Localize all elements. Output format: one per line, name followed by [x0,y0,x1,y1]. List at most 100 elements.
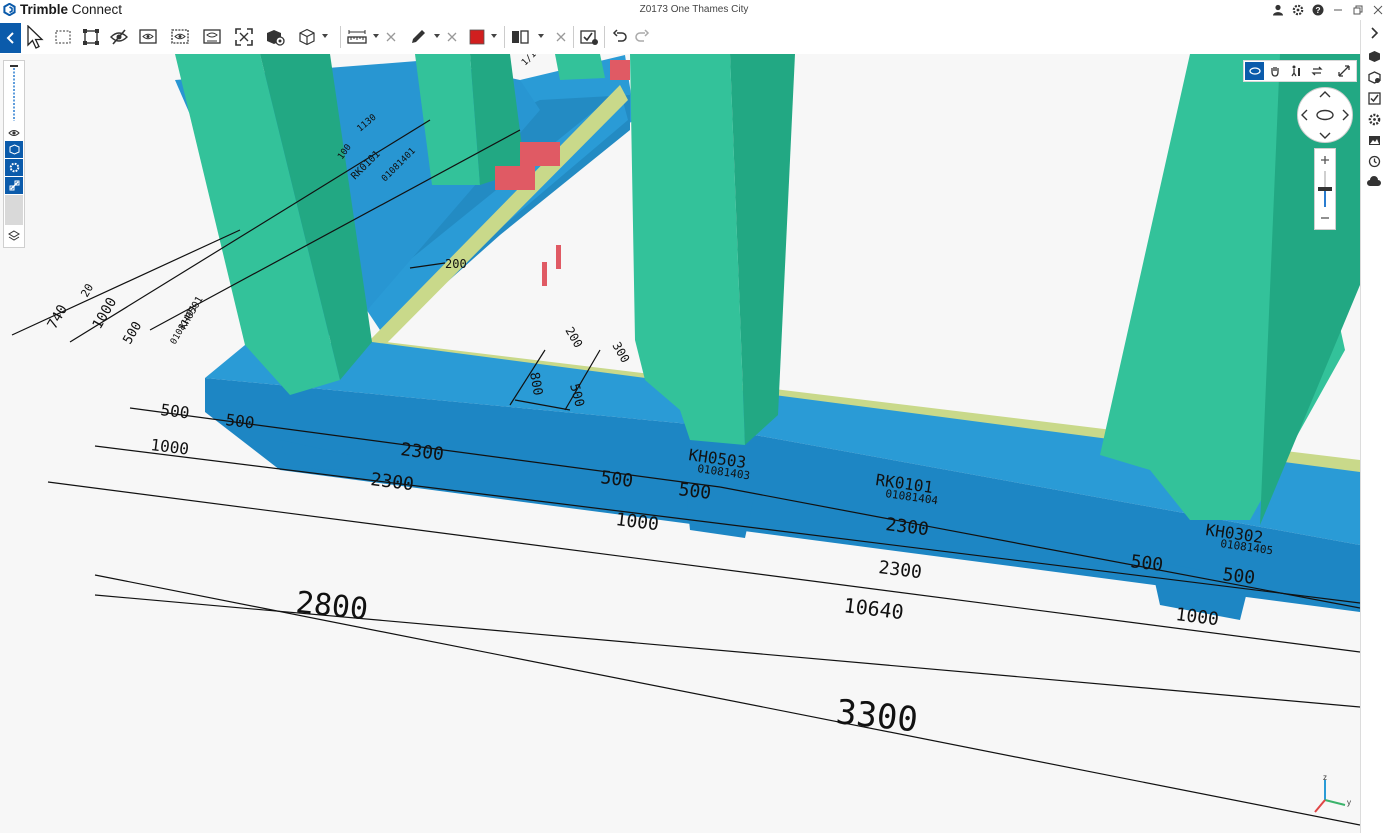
clear-measure-icon[interactable] [382,26,400,48]
dimension-label: 500 [225,410,256,432]
arrow-right-icon[interactable] [1342,109,1349,121]
camera-slider[interactable] [5,63,23,123]
dimension-label: 500 [599,467,634,492]
dimension-label: 740 [45,302,72,332]
dimension-label: 500 [1221,564,1256,589]
dimension-label: 200 [562,325,585,351]
hide-icon[interactable] [108,26,130,48]
svg-text:z: z [1323,773,1327,782]
dimension-label: 2300 [877,557,923,583]
visibility-icon[interactable] [5,124,23,141]
todo-panel-icon[interactable] [1366,90,1382,106]
window-controls: ? [1268,0,1388,20]
dimension-label: 300 [609,340,632,366]
toolbar-separator [340,26,341,48]
dimension-label: 1000 [150,435,191,459]
disabled-tool [5,195,23,225]
clear-section-icon[interactable] [552,26,570,48]
orbit-icon[interactable] [1245,62,1264,80]
axis-gizmo-icon: z y [1314,773,1351,813]
minimize-icon[interactable] [1328,0,1348,20]
dimension-label: 2300 [369,469,415,495]
arrow-down-icon[interactable] [1319,132,1331,139]
gear-icon[interactable] [1288,0,1308,20]
chevron-right-icon[interactable] [1366,25,1382,41]
box-select-icon[interactable] [52,26,74,48]
area-select-icon[interactable] [80,26,102,48]
objects-panel-icon[interactable] [1366,69,1382,85]
dimension-label: 3300 [834,692,920,740]
zoom-control [1314,148,1336,230]
pan-icon[interactable] [1265,62,1284,80]
redo-icon[interactable] [631,26,653,48]
dimension-label: 500 [160,400,191,422]
models-panel-icon[interactable] [1366,48,1382,64]
dimension-label: 1/1000 [520,54,550,68]
views-panel-icon[interactable] [1366,132,1382,148]
svg-text:?: ? [1315,5,1320,15]
isolate-icon[interactable] [137,26,159,48]
user-icon[interactable] [1268,0,1288,20]
dimension-label: 01081401 [169,304,199,347]
navigation-tools [1243,60,1357,82]
measure-dropdown-icon[interactable] [373,34,379,38]
view-cube-icon[interactable] [296,26,318,48]
fit-view-icon[interactable] [233,26,255,48]
zoom-slider-handle[interactable] [1318,187,1332,191]
zoom-in-icon[interactable] [1321,156,1329,164]
walk-icon[interactable] [1286,62,1305,80]
orbit-control[interactable] [1297,87,1353,143]
measure-icon[interactable] [346,26,368,48]
toolbar-separator [504,26,505,48]
dimension-label: 500 [677,479,712,504]
dimension-label: 200 [445,257,467,271]
settings-panel-icon[interactable] [1366,111,1382,127]
model-viewport[interactable]: 500 500 1000 2300 2300 500 500 1000 2300… [0,54,1360,833]
section-dropdown-icon[interactable] [538,34,544,38]
left-tool-panel [3,60,25,248]
color-dropdown-icon[interactable] [491,34,497,38]
settings-icon[interactable] [5,159,23,176]
markup-icon[interactable] [578,26,600,48]
undo-icon[interactable] [609,26,631,48]
orbit-center-icon[interactable] [1316,109,1334,121]
close-icon[interactable] [1368,0,1388,20]
dimension-label: 1000 [614,509,660,535]
reset-view-icon[interactable] [201,26,223,48]
model-canvas[interactable]: 500 500 1000 2300 2300 500 500 1000 2300… [0,54,1360,833]
layers-icon[interactable] [5,227,23,244]
toolbar [0,20,1360,55]
swap-icon[interactable] [1307,62,1326,80]
pen-icon[interactable] [407,26,429,48]
dimension-label: 2800 [294,585,370,627]
section-icon[interactable] [509,26,531,48]
project-title: Z0173 One Thames City [639,4,749,15]
show-all-icon[interactable] [169,26,191,48]
restore-icon[interactable] [1348,0,1368,20]
dimension-label: 500 [120,319,145,347]
collapse-panel-button[interactable] [0,23,21,53]
help-icon[interactable]: ? [1308,0,1328,20]
right-panel-bar [1360,20,1388,833]
dimension-label: 10640 [842,593,905,624]
svg-text:y: y [1347,798,1351,807]
models-icon[interactable] [5,141,23,158]
chevron-left-icon [6,32,14,44]
link-icon[interactable] [5,177,23,194]
dimension-label: 500 [1129,551,1164,576]
arrow-up-icon[interactable] [1319,91,1331,98]
dimension-label: 1000 [1174,604,1220,630]
color-icon[interactable] [466,26,488,48]
history-panel-icon[interactable] [1366,153,1382,169]
clear-markup-icon[interactable] [443,26,461,48]
cloud-panel-icon[interactable] [1366,174,1382,190]
fullscreen-icon[interactable] [1334,62,1353,80]
cursor-icon[interactable] [25,25,47,49]
toolbar-separator [604,26,605,48]
title-bar: Trimble Connect Z0173 One Thames City ? [0,0,1388,20]
pen-dropdown-icon[interactable] [434,34,440,38]
object-icon[interactable] [264,26,286,48]
view-cube-dropdown-icon[interactable] [322,34,328,38]
toolbar-separator [573,26,574,48]
arrow-left-icon[interactable] [1301,109,1308,121]
